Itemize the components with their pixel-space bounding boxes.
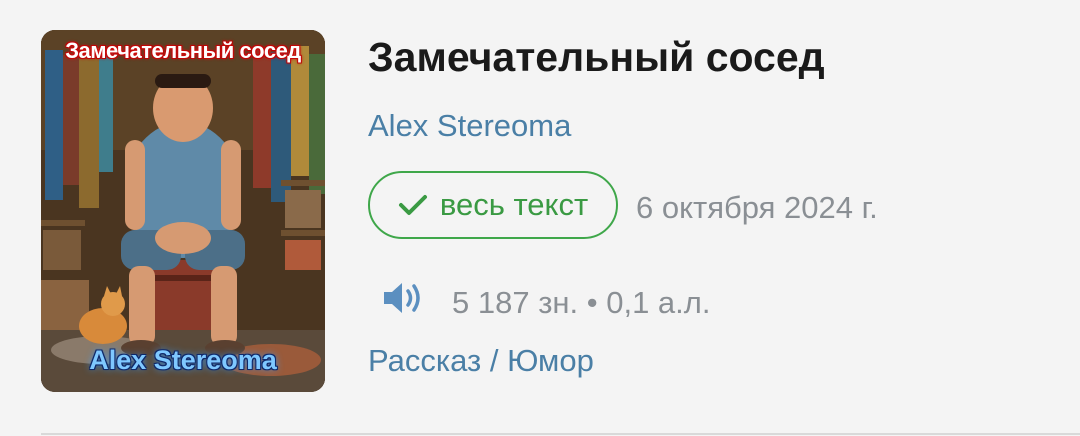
cover-title-text: Замечательный сосед bbox=[65, 38, 301, 63]
check-icon bbox=[398, 195, 427, 215]
story-card[interactable]: Замечательный сосед Alex Stereoma Замеча… bbox=[0, 0, 1080, 436]
speaker-icon[interactable] bbox=[382, 280, 424, 316]
cover-illustration bbox=[41, 30, 325, 392]
text-stats: 5 187 зн. • 0,1 а.л. bbox=[452, 285, 711, 320]
full-text-badge[interactable]: весь текст bbox=[368, 171, 618, 239]
author-link[interactable]: Alex Stereoma bbox=[368, 108, 571, 144]
cover-author-text: Alex Stereoma bbox=[89, 345, 277, 375]
publish-date: 6 октября 2024 г. bbox=[636, 190, 878, 225]
badge-label: весь текст bbox=[439, 187, 589, 222]
story-title[interactable]: Замечательный сосед bbox=[368, 34, 825, 81]
genre-link[interactable]: Рассказ / Юмор bbox=[368, 343, 594, 379]
cover-image[interactable]: Замечательный сосед Alex Stereoma bbox=[41, 30, 325, 392]
divider bbox=[41, 433, 1080, 435]
